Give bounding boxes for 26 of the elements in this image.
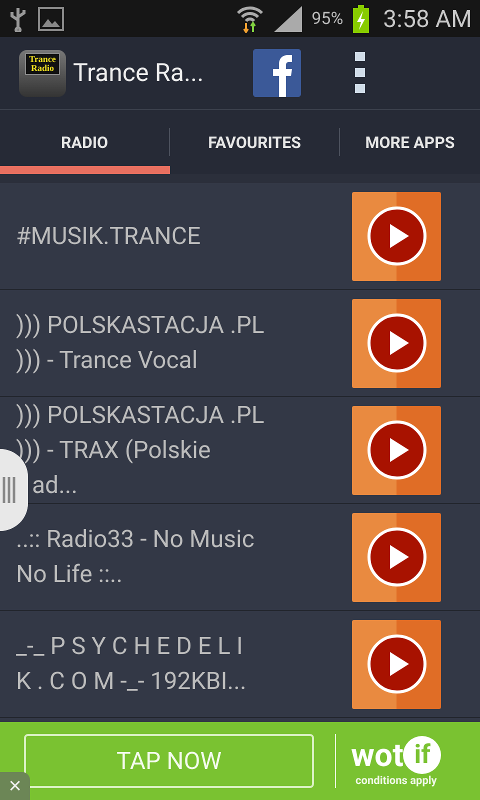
- ad-disclaimer: conditions apply: [356, 774, 437, 786]
- clock: 3:58 AM: [383, 4, 472, 32]
- brand-logo: wot if: [351, 736, 442, 774]
- usb-icon: [8, 6, 28, 32]
- wifi-icon: [236, 4, 264, 32]
- play-button[interactable]: [352, 298, 441, 388]
- facebook-icon[interactable]: [253, 49, 301, 97]
- overflow-menu-icon[interactable]: [355, 52, 365, 94]
- tab[interactable]: MORE APPS: [340, 110, 480, 174]
- tab[interactable]: RADIO: [0, 110, 170, 174]
- play-button[interactable]: [352, 512, 441, 602]
- tab[interactable]: FAVOURITES: [170, 110, 340, 174]
- station-name: ..:: Radio33 - No Music No Life ::..: [16, 524, 256, 590]
- close-ad-button[interactable]: ×: [0, 772, 30, 800]
- station-name: _-_ P S Y C H E D E L I K . C O M -_- 192KBI...: [16, 631, 248, 697]
- play-button[interactable]: [352, 192, 441, 280]
- battery-charging-icon: [353, 4, 370, 32]
- app-title: Trance Ra...: [73, 58, 205, 88]
- station-name: #MUSIK.TRANCE: [16, 220, 202, 252]
- signal-icon: [274, 6, 302, 32]
- app-logo: Trance Radio: [19, 50, 66, 96]
- battery-percent: 95%: [312, 8, 344, 28]
- play-button[interactable]: [352, 406, 441, 494]
- station-name: ))) POLSKASTACJA .PL ))) - Trance Vocal: [16, 310, 266, 376]
- play-button[interactable]: [352, 620, 441, 708]
- image-icon: [38, 6, 64, 30]
